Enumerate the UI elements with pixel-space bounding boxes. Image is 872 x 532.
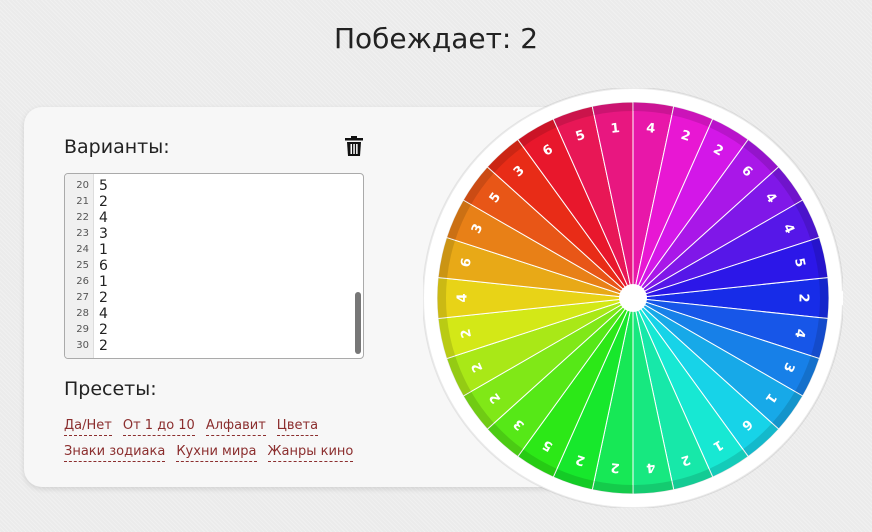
wheel-segment-band <box>437 277 448 319</box>
editor-line: 27 2 <box>65 290 363 306</box>
editor-line: 22 4 <box>65 210 363 226</box>
preset-yes-no[interactable]: Да/Нет <box>64 418 112 436</box>
line-number: 29 <box>76 324 89 335</box>
spin-wheel[interactable]: 2431612422532224635365 1 4 226445 <box>422 87 845 509</box>
line-number: 26 <box>76 276 89 287</box>
editor-line: 28 4 <box>65 306 363 322</box>
line-number: 22 <box>76 212 89 223</box>
editor-scrollbar[interactable] <box>355 292 361 354</box>
line-value: 4 <box>99 210 108 226</box>
editor-line: 30 2 <box>65 338 363 354</box>
wheel-segment-label: 4 <box>456 293 471 302</box>
editor-line: 20 5 <box>65 178 363 194</box>
wheel-segment-label: 4 <box>645 459 656 475</box>
wheel-segment-band <box>818 277 829 319</box>
preset-zodiac[interactable]: Знаки зодиака <box>64 444 166 462</box>
wheel-segment-label: 2 <box>610 459 621 475</box>
trash-icon[interactable] <box>345 136 363 156</box>
line-value: 1 <box>99 274 108 290</box>
line-value: 2 <box>99 290 108 306</box>
preset-alphabet[interactable]: Алфавит <box>205 418 266 436</box>
line-value: 2 <box>99 194 108 210</box>
editor-line: 25 6 <box>65 258 363 274</box>
wheel-segment-label: 1 <box>610 121 621 137</box>
options-editor[interactable]: 20 5 21 2 22 4 23 3 24 1 25 6 26 1 27 2 28 4 29 2 30 2 <box>64 173 364 359</box>
line-number: 28 <box>76 308 89 319</box>
wheel-container: 243161242253222463536514226445 <box>422 87 845 509</box>
editor-line: 23 3 <box>65 226 363 242</box>
line-number: 27 <box>76 292 89 303</box>
wheel-segment-label: 4 <box>645 121 656 137</box>
preset-cuisines[interactable]: Кухни мира <box>176 444 257 462</box>
line-value: 6 <box>99 258 108 274</box>
preset-colors[interactable]: Цвета <box>276 418 319 436</box>
line-value: 2 <box>99 322 108 338</box>
presets-label: Пресеты: <box>64 378 157 400</box>
line-value: 5 <box>99 178 108 194</box>
preset-1-to-10[interactable]: От 1 до 10 <box>122 418 195 436</box>
editor-line: 24 1 <box>65 242 363 258</box>
preset-movie-genres[interactable]: Жанры кино <box>267 444 354 462</box>
line-number: 20 <box>76 180 89 191</box>
wheel-segment-label: 2 <box>796 293 811 302</box>
editor-line: 26 1 <box>65 274 363 290</box>
winner-title: Побеждает: 2 <box>333 22 539 55</box>
line-value: 2 <box>99 338 108 354</box>
editor-lines: 20 5 21 2 22 4 23 3 24 1 25 6 26 1 27 2 28 4 29 2 30 2 <box>65 178 363 354</box>
line-number: 30 <box>76 340 89 351</box>
line-value: 4 <box>99 306 108 322</box>
wheel-hub <box>619 284 647 312</box>
options-label: Варианты: <box>64 136 170 158</box>
line-value: 3 <box>99 226 108 242</box>
line-value: 1 <box>99 242 108 258</box>
line-number: 21 <box>76 196 89 207</box>
presets-list: Да/Нет От 1 до 10 Алфавит Цвета Знаки зо… <box>64 418 384 470</box>
editor-line: 21 2 <box>65 194 363 210</box>
line-number: 25 <box>76 260 89 271</box>
line-number: 24 <box>76 244 89 255</box>
line-number: 23 <box>76 228 89 239</box>
editor-line: 29 2 <box>65 322 363 338</box>
